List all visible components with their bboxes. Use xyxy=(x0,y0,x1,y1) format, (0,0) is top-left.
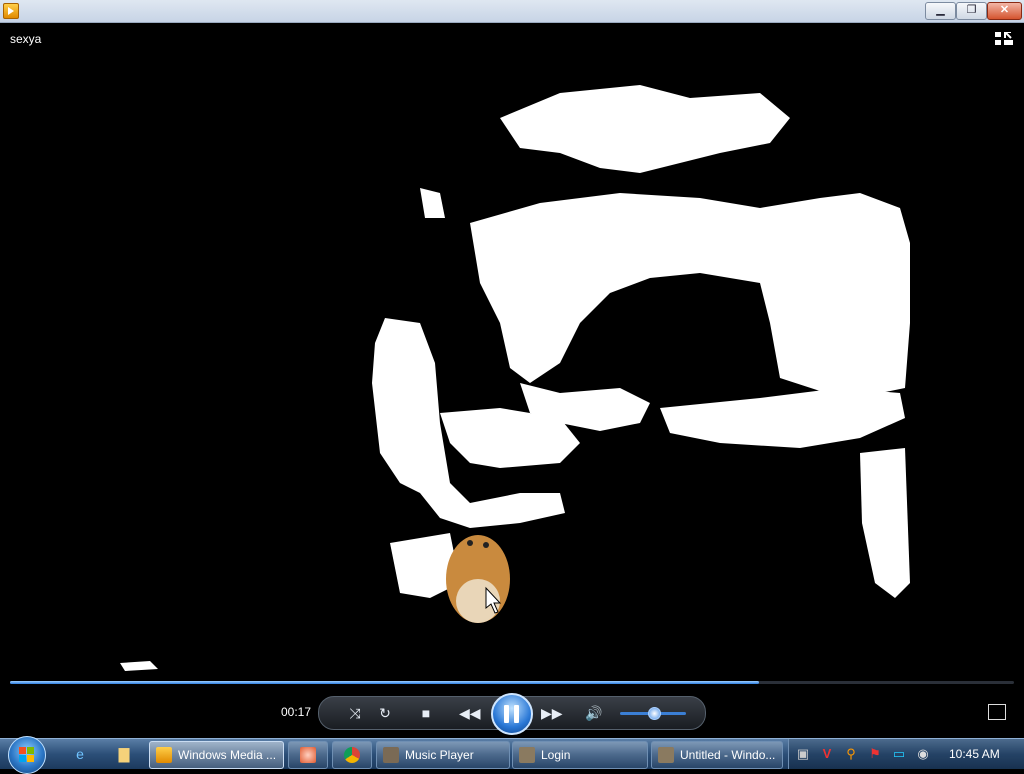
flag-icon[interactable]: ⚑ xyxy=(867,746,883,762)
network-icon[interactable]: ▣ xyxy=(795,746,811,762)
system-tray: ▣ V ⚲ ⚑ ▭ ◉ 10:45 AM xyxy=(788,739,1024,769)
folder-icon[interactable]: ▇ xyxy=(114,744,134,764)
pause-button[interactable] xyxy=(491,693,533,735)
volume-knob[interactable] xyxy=(648,707,661,720)
task-app[interactable] xyxy=(288,741,328,769)
window-title-bar: ▁ ❐ ✕ xyxy=(0,0,1024,23)
switch-to-library-icon[interactable] xyxy=(995,32,1013,46)
fast-forward-icon[interactable]: ▶▶ xyxy=(541,703,563,723)
restore-button[interactable]: ❐ xyxy=(956,2,987,20)
shuffle-icon[interactable]: ⤨ xyxy=(345,703,365,723)
fullscreen-icon[interactable] xyxy=(988,704,1006,720)
taskbar: e ▇ Windows Media ... Music Player Login… xyxy=(0,736,1024,774)
internet-explorer-icon[interactable]: e xyxy=(70,744,90,764)
start-button[interactable] xyxy=(8,736,46,774)
repeat-icon[interactable]: ↻ xyxy=(375,703,395,723)
windows-media-player-icon xyxy=(156,747,172,763)
task-music-player[interactable]: Music Player xyxy=(376,741,510,769)
rewind-icon[interactable]: ◀◀ xyxy=(459,703,481,723)
video-area[interactable]: sexya xyxy=(0,23,1024,688)
music-player-icon xyxy=(383,747,399,763)
seek-bar[interactable] xyxy=(10,681,1014,684)
windows-logo-icon xyxy=(19,747,26,754)
chrome-icon xyxy=(344,747,360,763)
antivirus-icon[interactable]: V xyxy=(819,746,835,762)
video-frame xyxy=(120,85,910,671)
media-player-icon[interactable] xyxy=(3,3,19,19)
elapsed-time: 00:17 xyxy=(281,705,312,719)
search-tool-icon[interactable]: ⚲ xyxy=(843,746,859,762)
playback-controls: 00:17 ⤨ ↻ ■ ◀◀ ▶▶ 🔊 xyxy=(0,688,1024,736)
stop-icon[interactable]: ■ xyxy=(416,703,436,723)
volume-tray-icon[interactable]: ◉ xyxy=(915,746,931,762)
task-login[interactable]: Login xyxy=(512,741,648,769)
seek-progress xyxy=(10,681,759,684)
task-untitled-window[interactable]: Untitled - Windo... xyxy=(651,741,783,769)
close-button[interactable]: ✕ xyxy=(987,2,1022,20)
minimize-button[interactable]: ▁ xyxy=(925,2,956,20)
controls-bar: ⤨ ↻ ■ ◀◀ ▶▶ 🔊 xyxy=(318,693,706,735)
login-icon xyxy=(519,747,535,763)
task-windows-media-player[interactable]: Windows Media ... xyxy=(149,741,284,769)
task-chrome[interactable] xyxy=(332,741,372,769)
media-title: sexya xyxy=(10,32,42,46)
clock[interactable]: 10:45 AM xyxy=(949,747,1000,761)
app-icon xyxy=(300,747,316,763)
display-icon[interactable]: ▭ xyxy=(891,746,907,762)
volume-icon[interactable]: 🔊 xyxy=(584,703,604,723)
window-icon xyxy=(658,747,674,763)
